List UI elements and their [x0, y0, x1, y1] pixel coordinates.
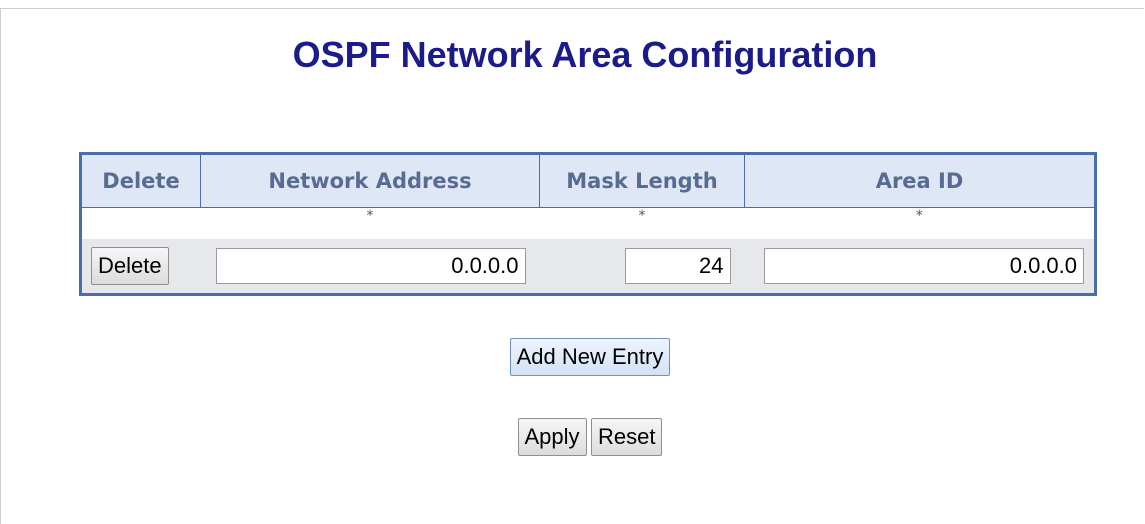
table-header-row: Delete Network Address Mask Length Area …	[80, 153, 1096, 208]
page-title: OSPF Network Area Configuration	[292, 34, 878, 75]
required-mark-mask-length: *	[539, 207, 745, 239]
area-id-input[interactable]	[764, 248, 1084, 284]
required-mark-network-address: *	[200, 207, 540, 239]
column-header-delete: Delete	[80, 153, 201, 208]
delete-cell: Delete	[80, 239, 201, 295]
column-header-area-id: Area ID	[744, 153, 1096, 208]
ospf-network-area-table: Delete Network Address Mask Length Area …	[79, 152, 1097, 296]
add-new-entry-button[interactable]: Add New Entry	[509, 338, 671, 376]
delete-button[interactable]: Delete	[91, 247, 169, 285]
column-header-network-address: Network Address	[200, 153, 540, 208]
network-address-input[interactable]	[215, 248, 526, 284]
required-mark-area-id: *	[744, 207, 1096, 239]
apply-button[interactable]: Apply	[517, 418, 587, 456]
mask-length-input[interactable]	[624, 248, 731, 284]
table-row: Delete	[80, 239, 1096, 295]
form-actions: Apply Reset	[0, 418, 1145, 456]
area-id-cell	[744, 239, 1096, 295]
required-marks-row: * * *	[80, 207, 1096, 239]
column-header-mask-length: Mask Length	[539, 153, 745, 208]
add-entry-area: Add New Entry	[0, 338, 1145, 376]
required-mark-delete	[80, 207, 201, 239]
reset-button[interactable]: Reset	[591, 418, 663, 456]
network-address-cell	[200, 239, 540, 295]
mask-length-cell	[539, 239, 745, 295]
